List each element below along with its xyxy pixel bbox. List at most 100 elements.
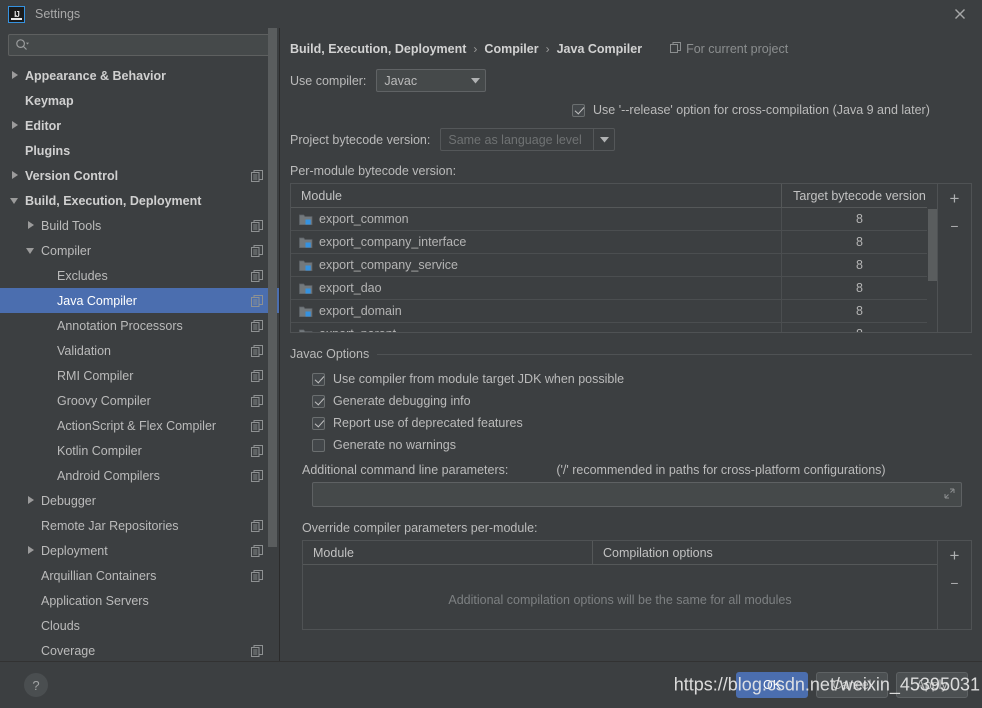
override-table[interactable]: Module Compilation options Additional co…: [303, 541, 937, 629]
target-bytecode-cell[interactable]: 8: [782, 323, 937, 332]
checkbox-use-compiler-from-module-target-jdk-when-possible[interactable]: [312, 372, 325, 386]
table-row[interactable]: export_parent 8: [291, 323, 937, 332]
sidebar-item-excludes[interactable]: Excludes: [0, 263, 279, 288]
target-bytecode-cell[interactable]: 8: [782, 300, 937, 322]
table-row[interactable]: export_common 8: [291, 208, 937, 231]
module-table-body[interactable]: export_common 8 export_company_interface 8 e…: [291, 208, 937, 332]
table-row[interactable]: export_company_service 8: [291, 254, 937, 277]
sidebar-item-version-control[interactable]: Version Control: [0, 163, 279, 188]
column-header-compilation-options[interactable]: Compilation options: [593, 541, 937, 564]
remove-override-button[interactable]: −: [943, 572, 967, 594]
chevron-right-icon[interactable]: [10, 120, 21, 131]
table-row[interactable]: export_domain 8: [291, 300, 937, 323]
use-compiler-dropdown[interactable]: Javac: [376, 69, 487, 92]
sidebar-item-deployment[interactable]: Deployment: [0, 538, 279, 563]
release-option-row[interactable]: Use '--release' option for cross-compila…: [280, 103, 982, 117]
module-name-cell[interactable]: export_domain: [291, 300, 782, 322]
sidebar-scrollbar[interactable]: [268, 28, 277, 661]
sidebar-scrollbar-thumb[interactable]: [268, 28, 277, 548]
sidebar-item-appearance-behavior[interactable]: Appearance & Behavior: [0, 63, 279, 88]
column-header-override-module[interactable]: Module: [303, 541, 593, 564]
javac-option-row[interactable]: Generate no warnings: [290, 434, 972, 456]
chevron-right-icon[interactable]: [26, 545, 37, 556]
project-scope-icon: [251, 319, 263, 332]
breadcrumb-item-0[interactable]: Build, Execution, Deployment: [290, 42, 466, 56]
sidebar-item-kotlin-compiler[interactable]: Kotlin Compiler: [0, 438, 279, 463]
javac-option-row[interactable]: Report use of deprecated features: [290, 412, 972, 434]
module-table-scrollbar-thumb[interactable]: [928, 209, 937, 281]
project-scope-icon: [251, 419, 263, 432]
chevron-right-icon[interactable]: [10, 70, 21, 81]
settings-tree[interactable]: Appearance & Behavior Keymap Editor Plugins…: [0, 60, 279, 661]
module-name-cell[interactable]: export_company_service: [291, 254, 782, 276]
javac-option-row[interactable]: Use compiler from module target JDK when…: [290, 368, 972, 390]
table-row[interactable]: export_dao 8: [291, 277, 937, 300]
breadcrumb-item-1[interactable]: Compiler: [484, 42, 538, 56]
sidebar-item-label: Annotation Processors: [57, 318, 183, 333]
target-bytecode-cell[interactable]: 8: [782, 254, 937, 276]
sidebar-item-groovy-compiler[interactable]: Groovy Compiler: [0, 388, 279, 413]
module-name-cell[interactable]: export_dao: [291, 277, 782, 299]
sidebar-item-annotation-processors[interactable]: Annotation Processors: [0, 313, 279, 338]
module-name-cell[interactable]: export_company_interface: [291, 231, 782, 253]
expand-icon[interactable]: [944, 488, 955, 502]
project-scope-icon: [251, 244, 263, 257]
target-bytecode-cell[interactable]: 8: [782, 208, 937, 230]
help-button[interactable]: ?: [24, 673, 48, 697]
sidebar-item-debugger[interactable]: Debugger: [0, 488, 279, 513]
project-bytecode-dropdown[interactable]: Same as language level: [440, 128, 616, 151]
sidebar-item-coverage[interactable]: Coverage: [0, 638, 279, 661]
checkbox-generate-debugging-info[interactable]: [312, 394, 325, 408]
ok-button[interactable]: OK: [736, 672, 808, 698]
module-table-scrollbar[interactable]: [927, 207, 937, 332]
sidebar-item-build-execution-deployment[interactable]: Build, Execution, Deployment: [0, 188, 279, 213]
javac-option-row[interactable]: Generate debugging info: [290, 390, 972, 412]
sidebar-item-compiler[interactable]: Compiler: [0, 238, 279, 263]
close-icon[interactable]: [952, 6, 968, 22]
search-input[interactable]: [33, 38, 264, 52]
project-scope-icon: [251, 569, 263, 582]
chevron-down-icon[interactable]: [26, 245, 37, 256]
module-icon: [299, 328, 313, 332]
sidebar-item-keymap[interactable]: Keymap: [0, 88, 279, 113]
sidebar-item-rmi-compiler[interactable]: RMI Compiler: [0, 363, 279, 388]
checkbox-generate-no-warnings[interactable]: [312, 438, 325, 452]
chevron-right-icon[interactable]: [26, 495, 37, 506]
chevron-right-icon[interactable]: [10, 170, 21, 181]
add-override-button[interactable]: +: [943, 544, 967, 566]
sidebar-item-validation[interactable]: Validation: [0, 338, 279, 363]
additional-params-input[interactable]: [312, 482, 962, 507]
sidebar-item-editor[interactable]: Editor: [0, 113, 279, 138]
sidebar-item-arquillian-containers[interactable]: Arquillian Containers: [0, 563, 279, 588]
checkbox-report-use-of-deprecated-features[interactable]: [312, 416, 325, 430]
chevron-right-icon[interactable]: [26, 220, 37, 231]
javac-options-list[interactable]: Use compiler from module target JDK when…: [290, 368, 972, 456]
use-compiler-row: Use compiler: Javac: [280, 69, 982, 92]
target-bytecode-cell[interactable]: 8: [782, 277, 937, 299]
sidebar-item-android-compilers[interactable]: Android Compilers: [0, 463, 279, 488]
sidebar-item-clouds[interactable]: Clouds: [0, 613, 279, 638]
target-bytecode-cell[interactable]: 8: [782, 231, 937, 253]
sidebar-item-label: Keymap: [25, 93, 74, 108]
module-name-cell[interactable]: export_parent: [291, 323, 782, 332]
chevron-down-icon[interactable]: [10, 195, 21, 206]
remove-module-button[interactable]: −: [943, 215, 967, 237]
column-header-module[interactable]: Module: [291, 184, 782, 207]
sidebar-item-remote-jar-repositories[interactable]: Remote Jar Repositories: [0, 513, 279, 538]
column-header-target-bytecode[interactable]: Target bytecode version: [782, 184, 937, 207]
logo-text: IJ: [14, 9, 20, 19]
module-table[interactable]: Module Target bytecode version export_co…: [291, 184, 937, 332]
release-option-checkbox[interactable]: [572, 103, 585, 117]
apply-button[interactable]: Apply: [896, 672, 968, 698]
sidebar-item-plugins[interactable]: Plugins: [0, 138, 279, 163]
cancel-button[interactable]: Cancel: [816, 672, 888, 698]
add-module-button[interactable]: +: [943, 187, 967, 209]
use-compiler-value: Javac: [384, 73, 418, 88]
search-box[interactable]: [8, 34, 271, 56]
sidebar-item-java-compiler[interactable]: Java Compiler: [0, 288, 279, 313]
sidebar-item-actionscript-flex-compiler[interactable]: ActionScript & Flex Compiler: [0, 413, 279, 438]
table-row[interactable]: export_company_interface 8: [291, 231, 937, 254]
sidebar-item-build-tools[interactable]: Build Tools: [0, 213, 279, 238]
sidebar-item-application-servers[interactable]: Application Servers: [0, 588, 279, 613]
module-name-cell[interactable]: export_common: [291, 208, 782, 230]
